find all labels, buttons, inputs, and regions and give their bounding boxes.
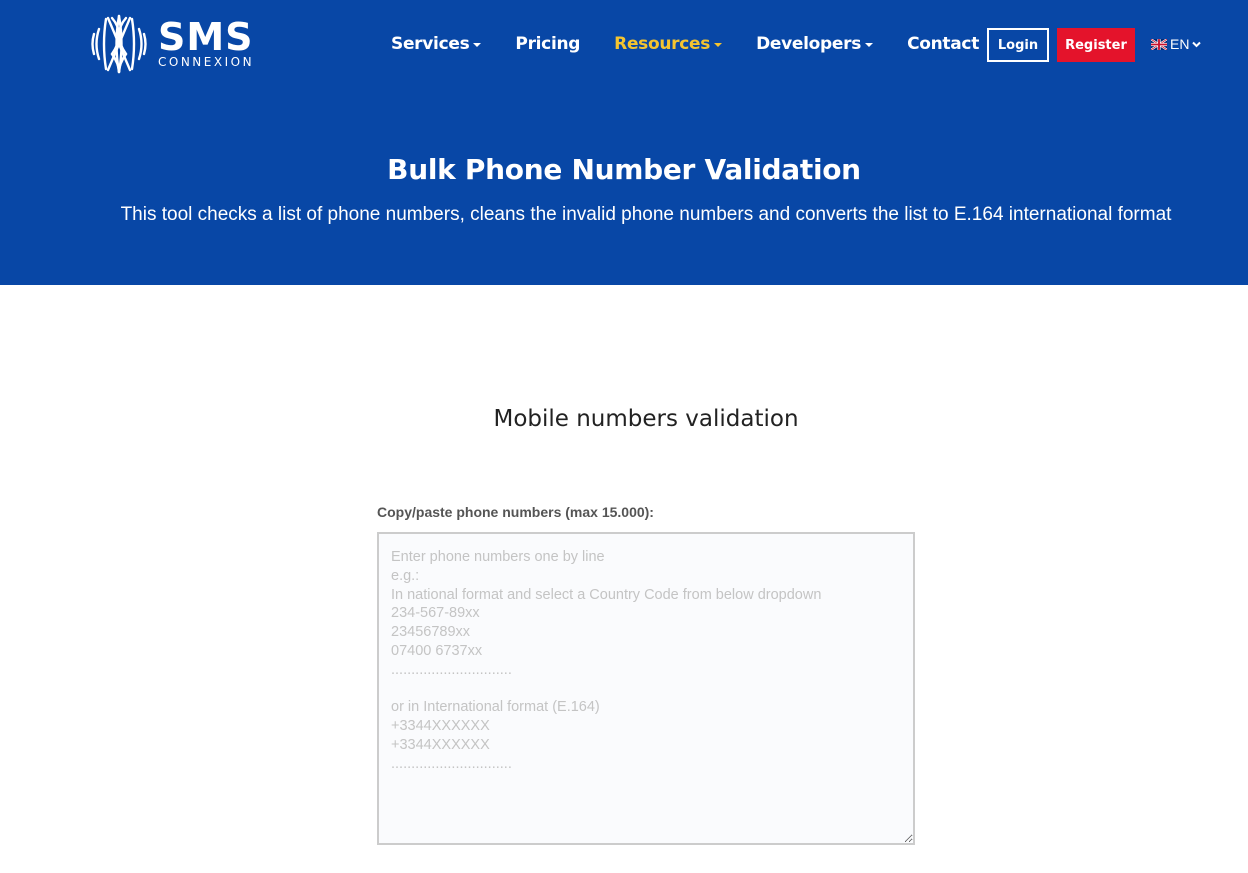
waveform-logo-icon — [91, 14, 147, 74]
main-nav: Services Pricing Resources Developers Co… — [391, 30, 1013, 58]
brand-name: SMS — [158, 15, 254, 59]
language-code: EN — [1170, 36, 1190, 52]
nav-item-developers[interactable]: Developers — [756, 34, 874, 54]
section-title: Mobile numbers validation — [493, 406, 799, 432]
caret-down-icon — [865, 43, 874, 47]
phone-numbers-label: Copy/paste phone numbers (max 15.000): — [377, 504, 654, 520]
nav-item-label: Services — [391, 34, 470, 54]
nav-item-resources[interactable]: Resources — [614, 34, 723, 54]
nav-item-pricing[interactable]: Pricing — [515, 34, 580, 54]
brand-subtitle: CONNEXION — [158, 55, 255, 69]
nav-item-label: Contact — [907, 34, 980, 54]
brand-logo[interactable]: SMS CONNEXION — [90, 12, 260, 76]
page-title: Bulk Phone Number Validation — [387, 153, 861, 186]
phone-numbers-textarea[interactable] — [377, 532, 915, 845]
page-subtitle: This tool checks a list of phone numbers… — [120, 204, 1172, 225]
nav-item-services[interactable]: Services — [391, 34, 482, 54]
nav-item-label: Pricing — [515, 34, 581, 54]
login-button[interactable]: Login — [987, 28, 1049, 62]
language-selector[interactable]: EN — [1151, 36, 1202, 52]
nav-item-label: Developers — [756, 34, 862, 54]
nav-item-contact[interactable]: Contact — [907, 34, 979, 54]
uk-flag-icon — [1151, 38, 1167, 50]
nav-item-label: Resources — [614, 34, 711, 54]
register-button[interactable]: Register — [1057, 28, 1135, 62]
hero-banner: SMS CONNEXION Services Pricing Resources… — [0, 0, 1248, 285]
caret-down-icon — [473, 43, 482, 47]
chevron-down-icon — [1192, 41, 1202, 47]
caret-down-icon — [714, 43, 723, 47]
